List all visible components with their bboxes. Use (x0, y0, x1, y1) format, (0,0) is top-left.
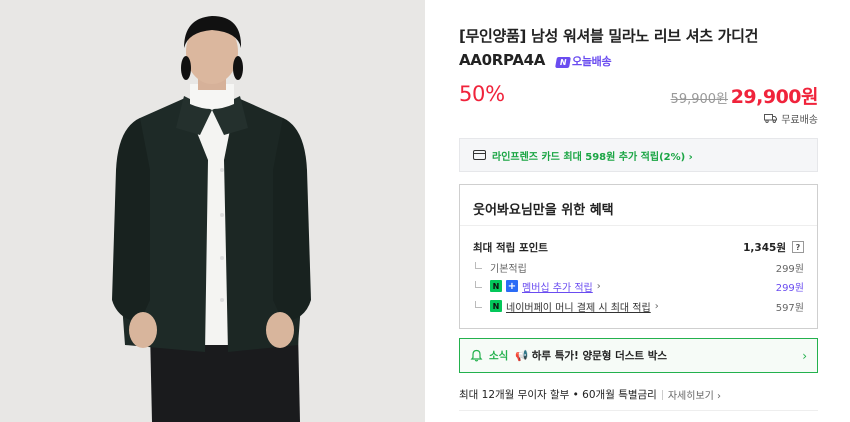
npay-points-row[interactable]: N 네이버페이 머니 결제 시 최대 적립 › 597원 (473, 298, 804, 314)
benefit-title: 웃어봐요님만을 위한 혜택 (473, 203, 614, 218)
product-title-block: [무인양품] 남성 워셔블 밀라노 리브 셔츠 가디건 AA0RPA4A N 오… (459, 24, 818, 74)
megaphone-icon: 📢 (514, 350, 529, 362)
installment-detail-link[interactable]: 자세히보기 › (668, 387, 721, 402)
product-info-panel: [무인양품] 남성 워셔블 밀라노 리브 셔츠 가디건 AA0RPA4A N 오… (459, 0, 819, 422)
chevron-right-icon: › (802, 348, 807, 363)
shipping-info: 무료배송 (764, 111, 818, 126)
plus-icon: + (506, 280, 518, 292)
credit-card-icon (473, 150, 486, 160)
basic-points-value: 299원 (775, 263, 804, 275)
max-points-value: 1,345원 (743, 241, 786, 254)
max-points-label: 최대 적립 포인트 (473, 241, 548, 254)
shipping-label: 무료배송 (781, 115, 818, 126)
naver-n-icon: N (490, 280, 502, 292)
tree-branch-icon (475, 300, 482, 308)
news-text-group: 소식 📢 하루 특가! 양문형 더스트 박스 (489, 348, 796, 363)
naver-pay-icon: N (490, 300, 502, 312)
tree-branch-icon (475, 280, 482, 288)
help-icon[interactable]: ? (792, 241, 804, 253)
chevron-right-icon: › (596, 280, 601, 292)
bell-icon (470, 349, 483, 362)
model-photo-illustration (0, 0, 425, 422)
naver-n-icon: N (555, 56, 571, 68)
npay-points-link[interactable]: 네이버페이 머니 결제 시 최대 적립 (506, 299, 651, 314)
original-price: 59,900원 (670, 92, 728, 107)
installment-info: 최대 12개월 무이자 할부 • 60개월 특별금리 자세히보기 › (459, 387, 721, 402)
membership-points-value: 299원 (775, 282, 804, 294)
installment-text: 최대 12개월 무이자 할부 • 60개월 특별금리 (459, 389, 657, 401)
divider (460, 225, 817, 226)
basic-points-row: 기본적립 299원 (473, 259, 804, 275)
truck-icon (764, 114, 778, 123)
chevron-right-icon: › (654, 300, 659, 312)
npay-points-value: 597원 (775, 302, 804, 314)
max-points-row: 최대 적립 포인트 1,345원 ? (473, 239, 804, 255)
membership-points-link[interactable]: 멤버십 추가 적립 (522, 279, 593, 294)
sale-price: 29,900원 (730, 86, 819, 108)
card-benefit-text: 라인프렌즈 카드 최대 598원 추가 적립(2%) › (492, 151, 693, 163)
tree-branch-icon (475, 261, 482, 269)
max-points-value-group: 1,345원 ? (743, 240, 804, 255)
card-benefit-banner[interactable]: 라인프렌즈 카드 최대 598원 추가 적립(2%) › (459, 138, 818, 172)
news-prefix: 소식 (489, 350, 509, 362)
delivery-label: 오늘배송 (572, 55, 612, 68)
product-image[interactable] (0, 0, 425, 422)
divider (661, 389, 663, 400)
divider (459, 410, 818, 411)
news-banner[interactable]: 소식 📢 하루 특가! 양문형 더스트 박스 › (459, 338, 818, 373)
news-text: 하루 특가! 양문형 더스트 박스 (531, 350, 668, 362)
membership-points-row[interactable]: N + 멤버십 추가 적립 › 299원 (473, 278, 804, 294)
benefit-box: 웃어봐요님만을 위한 혜택 최대 적립 포인트 1,345원 ? 기본적립 29… (459, 184, 818, 329)
basic-points-label: 기본적립 (490, 263, 527, 275)
today-delivery-badge: N 오늘배송 (555, 50, 612, 74)
discount-rate: 50% (459, 82, 505, 106)
